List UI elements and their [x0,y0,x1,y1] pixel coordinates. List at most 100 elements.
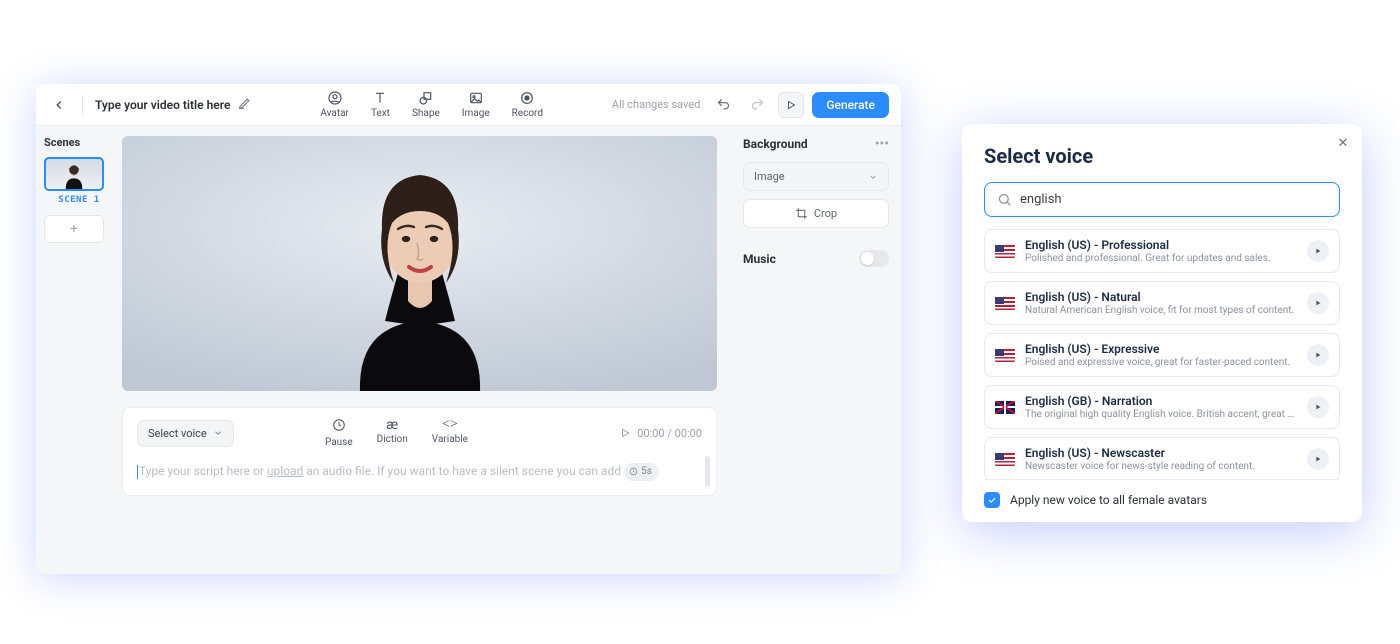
play-icon[interactable] [619,427,631,439]
tool-label: Shape [412,108,440,119]
properties-panel: Background ••• Image Crop Music [731,126,901,574]
scene-thumbnail[interactable] [44,157,104,191]
avatar-figure [290,151,550,391]
voice-option[interactable]: English (US) - Natural Natural American … [984,281,1340,325]
chevron-down-icon [213,428,223,438]
voice-option[interactable]: English (US) - Professional Polished and… [984,229,1340,273]
tool-label: Text [371,108,390,119]
voice-search-field[interactable] [984,182,1340,217]
apply-all-label: Apply new voice to all female avatars [1010,493,1207,507]
voice-name: English (US) - Newscaster [1025,446,1297,460]
tool-label: Pause [325,437,353,448]
flag-us-icon [995,453,1015,466]
modal-footer: Apply new voice to all female avatars [984,479,1340,508]
save-status: All changes saved [612,98,700,111]
tool-label: Variable [432,434,468,445]
scenes-title: Scenes [44,136,114,149]
voice-name: English (GB) - Narration [1025,394,1297,408]
flag-us-icon [995,349,1015,362]
preview-voice-button[interactable] [1307,240,1329,262]
divider [82,95,83,115]
center-column: Select voice Pause æ Diction [122,126,731,574]
voice-option[interactable]: English (US) - Newscaster Newscaster voi… [984,437,1340,479]
background-section-title: Background [743,137,808,151]
time-text: 00:00 / 00:00 [637,427,702,440]
upload-link[interactable]: upload [267,464,303,478]
insert-shape-button[interactable]: Shape [412,90,440,119]
background-type-value: Image [754,170,785,183]
voice-desc: Newscaster voice for news-style reading … [1025,461,1297,472]
preview-voice-button[interactable] [1307,292,1329,314]
preview-voice-button[interactable] [1307,344,1329,366]
voice-search-input[interactable] [1020,192,1327,207]
edit-title-icon[interactable] [238,95,251,114]
video-editor-window: Type your video title here Avatar Text S… [36,84,901,574]
chevron-down-icon [868,172,878,182]
apply-all-checkbox[interactable] [984,492,1000,508]
variable-icon: <> [442,418,458,432]
flag-gb-icon [995,401,1015,414]
topbar-actions: All changes saved Generate [612,92,889,118]
voice-name: English (US) - Expressive [1025,342,1297,356]
voice-desc: Polished and professional. Great for upd… [1025,253,1297,264]
scrollbar[interactable] [705,456,710,487]
modal-title: Select voice [984,144,1340,168]
redo-button[interactable] [744,92,770,118]
tool-label: Image [462,108,490,119]
editor-body: Scenes SCENE 1 + [36,126,901,574]
diction-tool-button[interactable]: æ Diction [377,418,408,448]
script-toolbar: Select voice Pause æ Diction [137,418,702,448]
crop-button[interactable]: Crop [743,199,889,228]
music-section-title: Music [743,252,776,266]
script-textarea[interactable]: Type your script here or upload an audio… [137,462,702,481]
undo-button[interactable] [710,92,736,118]
avatar-thumbnail-icon [62,163,86,189]
playback-time: 00:00 / 00:00 [619,427,702,440]
voice-desc: The original high quality English voice.… [1025,409,1297,420]
voice-name: English (US) - Professional [1025,238,1297,252]
placeholder-text: Type your script here or [139,464,267,478]
select-voice-label: Select voice [148,427,207,440]
voice-option[interactable]: English (GB) - Narration The original hi… [984,385,1340,429]
search-icon [997,192,1012,207]
select-voice-button[interactable]: Select voice [137,420,234,447]
video-title-input[interactable]: Type your video title here [95,98,230,112]
variable-tool-button[interactable]: <> Variable [432,418,468,448]
voice-list: English (US) - Professional Polished and… [984,229,1340,479]
insert-avatar-button[interactable]: Avatar [320,90,349,119]
preview-button[interactable] [778,92,804,118]
crop-icon [795,207,808,220]
background-type-select[interactable]: Image [743,162,889,191]
close-button[interactable]: ✕ [1334,134,1352,152]
insert-record-button[interactable]: Record [512,90,543,119]
scenes-sidebar: Scenes SCENE 1 + [36,126,122,574]
flag-us-icon [995,297,1015,310]
tool-label: Record [512,108,543,119]
voice-option[interactable]: English (US) - Expressive Poised and exp… [984,333,1340,377]
insert-image-button[interactable]: Image [462,90,490,119]
insert-text-button[interactable]: Text [371,90,390,119]
silence-chip[interactable]: 5s [624,463,659,481]
insert-toolbar: Avatar Text Shape Image Record [320,90,543,119]
music-toggle[interactable] [859,250,889,267]
topbar: Type your video title here Avatar Text S… [36,84,901,126]
voice-desc: Natural American English voice, fit for … [1025,305,1297,316]
preview-voice-button[interactable] [1307,396,1329,418]
tool-label: Avatar [320,108,349,119]
script-panel: Select voice Pause æ Diction [122,407,717,496]
tool-label: Diction [377,434,408,445]
script-tools: Pause æ Diction <> Variable [325,418,468,448]
flag-us-icon [995,245,1015,258]
scene-label: SCENE 1 [44,195,114,205]
voice-desc: Poised and expressive voice, great for f… [1025,357,1297,368]
diction-icon: æ [386,418,398,432]
clock-icon [629,467,638,476]
add-scene-button[interactable]: + [44,215,104,243]
pause-tool-button[interactable]: Pause [325,418,353,448]
video-canvas[interactable] [122,136,717,391]
back-button[interactable] [48,94,70,116]
generate-button[interactable]: Generate [812,92,889,118]
preview-voice-button[interactable] [1307,448,1329,470]
chip-label: 5s [641,464,652,480]
more-options-button[interactable]: ••• [875,136,889,152]
